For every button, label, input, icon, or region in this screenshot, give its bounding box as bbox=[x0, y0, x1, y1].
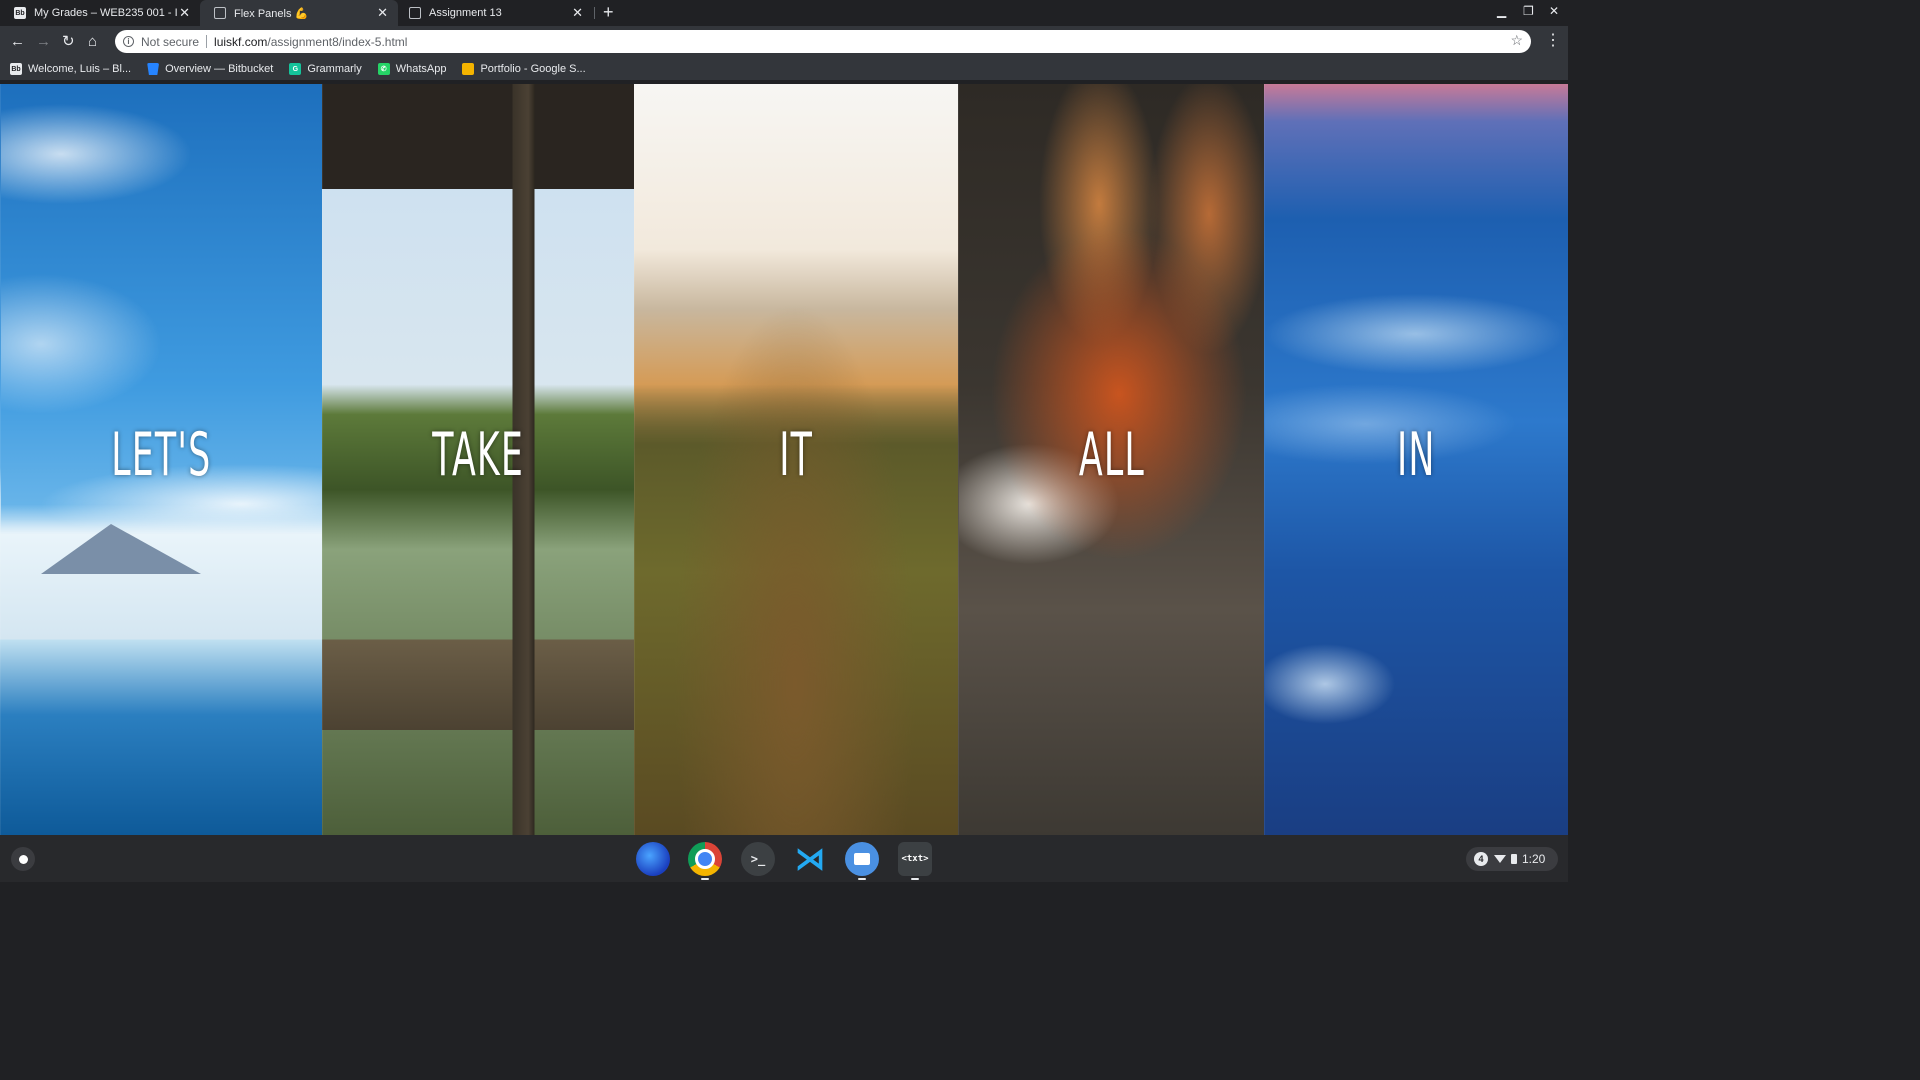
bookmark-bitbucket[interactable]: Overview — Bitbucket bbox=[147, 63, 273, 75]
files-icon[interactable] bbox=[845, 842, 879, 880]
tab-divider bbox=[594, 7, 595, 19]
panel-hiker-trail[interactable]: IT bbox=[634, 84, 958, 835]
bookmark-whatsapp[interactable]: ✆ WhatsApp bbox=[377, 63, 447, 75]
notification-count-badge: 4 bbox=[1474, 852, 1488, 866]
text-editor-icon[interactable]: <txt> bbox=[898, 842, 932, 880]
bookmark-label: Portfolio - Google S... bbox=[480, 63, 586, 75]
panel-word: LET'S bbox=[111, 419, 212, 490]
home-icon[interactable]: ⌂ bbox=[88, 32, 97, 52]
launcher-button[interactable] bbox=[11, 847, 35, 871]
close-icon[interactable]: ✕ bbox=[377, 5, 388, 21]
terminal-icon[interactable]: >_ bbox=[741, 842, 775, 876]
url-path: /assignment8/index-5.html bbox=[267, 34, 408, 49]
chrome-icon[interactable] bbox=[688, 842, 722, 880]
panel-wooden-dock[interactable]: TAKE bbox=[322, 84, 634, 835]
vscode-icon[interactable]: ⋊ bbox=[793, 842, 827, 876]
tab-title: My Grades – WEB235 001 - INTE bbox=[34, 7, 177, 19]
security-label: Not secure bbox=[141, 34, 200, 49]
url-host: luiskf.com bbox=[214, 34, 268, 49]
bookmark-star-icon[interactable]: ☆ bbox=[1510, 32, 1523, 49]
tab-title: Assignment 13 bbox=[429, 7, 502, 19]
wifi-icon bbox=[1494, 855, 1506, 863]
close-icon[interactable]: ✕ bbox=[572, 5, 583, 21]
bitbucket-icon bbox=[147, 63, 160, 75]
bookmark-blackboard[interactable]: Bb Welcome, Luis – Bl... bbox=[10, 63, 131, 75]
grammarly-icon: G bbox=[289, 63, 302, 75]
launcher-circle-icon bbox=[18, 854, 28, 864]
blackboard-icon: Bb bbox=[14, 7, 26, 19]
bookmark-portfolio[interactable]: Portfolio - Google S... bbox=[462, 63, 586, 75]
browser-toolbar: ← → ↻ ⌂ i Not secure luiskf.com/assignme… bbox=[0, 26, 1568, 58]
mountain-shape bbox=[41, 524, 201, 574]
panel-blue-clouds[interactable]: IN bbox=[1264, 84, 1568, 835]
tab-strip: Bb My Grades – WEB235 001 - INTE ✕ Flex … bbox=[0, 0, 1568, 26]
bookmark-label: Overview — Bitbucket bbox=[165, 63, 274, 75]
running-indicator bbox=[911, 878, 919, 880]
tab-assignment-13[interactable]: Assignment 13 ✕ bbox=[395, 0, 593, 26]
back-arrow-icon[interactable]: ← bbox=[10, 32, 25, 52]
panel-word: TAKE bbox=[432, 419, 525, 490]
bookmark-label: WhatsApp bbox=[395, 63, 447, 75]
tab-flex-panels[interactable]: Flex Panels 💪 ✕ bbox=[200, 0, 398, 26]
panel-word: IT bbox=[779, 419, 814, 490]
panel-snowy-mountains[interactable]: LET'S bbox=[0, 84, 322, 835]
tab-my-grades[interactable]: Bb My Grades – WEB235 001 - INTE ✕ bbox=[0, 0, 200, 26]
terminal-glyph: >_ bbox=[750, 852, 766, 866]
close-icon[interactable]: ✕ bbox=[179, 5, 190, 21]
running-indicator bbox=[858, 878, 866, 880]
window-close-icon[interactable]: ✕ bbox=[1549, 4, 1559, 18]
new-tab-plus-icon[interactable]: + bbox=[603, 2, 614, 22]
os-shelf: >_ ⋊ <txt> 4 1:20 bbox=[0, 835, 1568, 882]
bookmark-label: Welcome, Luis – Bl... bbox=[28, 63, 132, 75]
info-icon[interactable]: i bbox=[123, 36, 134, 47]
blackboard-icon: Bb bbox=[10, 63, 22, 75]
flex-panels-page: LET'S TAKE IT ALL IN bbox=[0, 84, 1568, 835]
restore-icon[interactable]: ❐ bbox=[1523, 4, 1534, 18]
forward-arrow-icon[interactable]: → bbox=[36, 32, 51, 52]
clock-time: 1:20 bbox=[1522, 852, 1546, 866]
firefox-icon[interactable] bbox=[636, 842, 670, 876]
whatsapp-icon: ✆ bbox=[377, 63, 390, 75]
battery-icon bbox=[1511, 854, 1517, 864]
minimize-icon[interactable]: ▁ bbox=[1497, 4, 1506, 18]
tab-title: Flex Panels 💪 bbox=[234, 7, 309, 20]
running-indicator bbox=[701, 878, 709, 880]
address-divider bbox=[206, 35, 208, 48]
panel-word: IN bbox=[1397, 419, 1436, 490]
globe-icon bbox=[214, 7, 226, 19]
status-tray[interactable]: 4 1:20 bbox=[1466, 847, 1558, 871]
bookmark-label: Grammarly bbox=[307, 63, 362, 75]
panel-word: ALL bbox=[1078, 419, 1145, 490]
google-slides-icon bbox=[462, 63, 475, 75]
panel-red-fox[interactable]: ALL bbox=[958, 84, 1264, 835]
kebab-menu-icon[interactable]: ⋮ bbox=[1545, 30, 1561, 50]
text-editor-glyph: <txt> bbox=[901, 854, 929, 864]
globe-icon bbox=[409, 7, 421, 19]
reload-icon[interactable]: ↻ bbox=[62, 32, 75, 52]
address-bar[interactable]: i Not secure luiskf.com/assignment8/inde… bbox=[115, 30, 1531, 53]
bookmarks-bar: Bb Welcome, Luis – Bl... Overview — Bitb… bbox=[0, 58, 1568, 80]
bookmark-grammarly[interactable]: G Grammarly bbox=[289, 63, 362, 75]
